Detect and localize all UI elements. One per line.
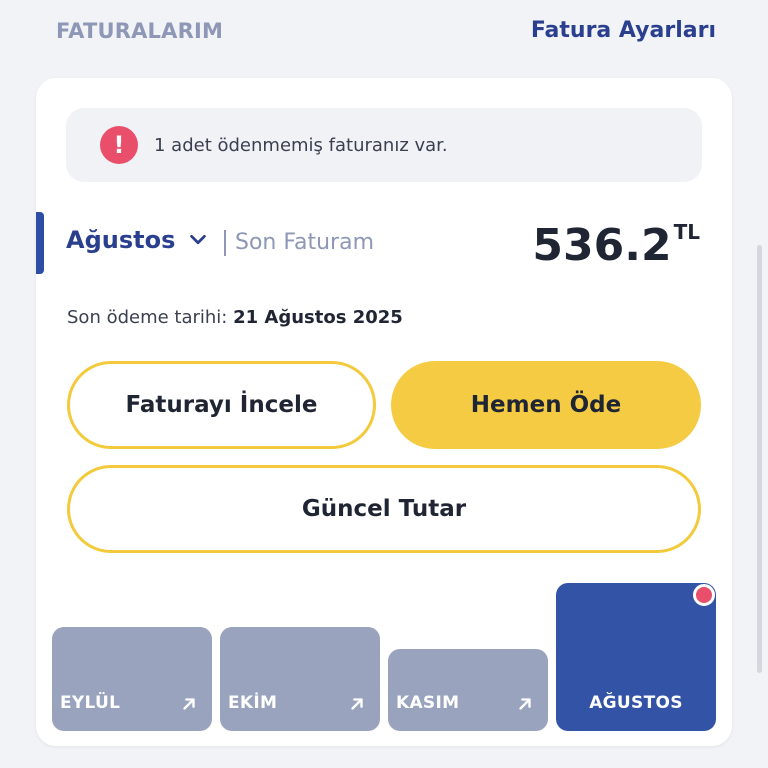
arrow-up-right-icon xyxy=(519,698,531,710)
pay-now-button[interactable]: Hemen Öde xyxy=(391,361,701,449)
last-bill-label: Son Faturam xyxy=(235,230,375,255)
current-amount-button[interactable]: Güncel Tutar xyxy=(67,465,701,553)
bill-card: ! 1 adet ödenmemiş faturanız var. Ağusto… xyxy=(36,78,732,746)
month-label: Ağustos xyxy=(66,226,176,254)
month-dropdown[interactable]: Ağustos xyxy=(66,226,209,254)
arrow-up-right-icon xyxy=(183,698,195,710)
due-date-value: 21 Ağustos 2025 xyxy=(233,307,403,328)
arrow-up-right-icon xyxy=(351,698,363,710)
month-tile-label: AĞUSTOS xyxy=(589,693,683,713)
amount-value: 536.2 xyxy=(532,220,672,271)
scrollbar[interactable] xyxy=(757,245,762,673)
bill-settings-link[interactable]: Fatura Ayarları xyxy=(531,18,716,43)
alert-text: 1 adet ödenmemiş faturanız var. xyxy=(154,134,448,156)
month-tile-label: EKİM xyxy=(228,693,278,713)
exclamation-icon: ! xyxy=(100,126,138,164)
month-tile-label: KASIM xyxy=(396,693,460,713)
review-bill-button[interactable]: Faturayı İncele xyxy=(67,361,376,449)
due-date-label: Son ödeme tarihi: xyxy=(67,307,228,328)
unpaid-alert: ! 1 adet ödenmemiş faturanız var. xyxy=(66,108,702,182)
unpaid-dot-icon xyxy=(693,584,715,606)
month-tile-label: EYLÜL xyxy=(60,693,121,713)
bill-amount: 536.2 TL xyxy=(532,218,700,274)
month-tile-eylul[interactable]: EYLÜL xyxy=(52,627,212,731)
month-tile-ekim[interactable]: EKİM xyxy=(220,627,380,731)
month-tile-kasim[interactable]: KASIM xyxy=(388,649,548,731)
accent-bar xyxy=(36,212,44,274)
page-title: FATURALARIM xyxy=(56,19,224,43)
top-bar: FATURALARIM Fatura Ayarları xyxy=(0,0,768,70)
due-date-line: Son ödeme tarihi: 21 Ağustos 2025 xyxy=(67,307,403,328)
divider xyxy=(224,230,226,256)
chevron-down-icon xyxy=(190,234,207,245)
amount-currency: TL xyxy=(673,220,700,244)
month-tile-agustos[interactable]: AĞUSTOS xyxy=(556,583,716,731)
